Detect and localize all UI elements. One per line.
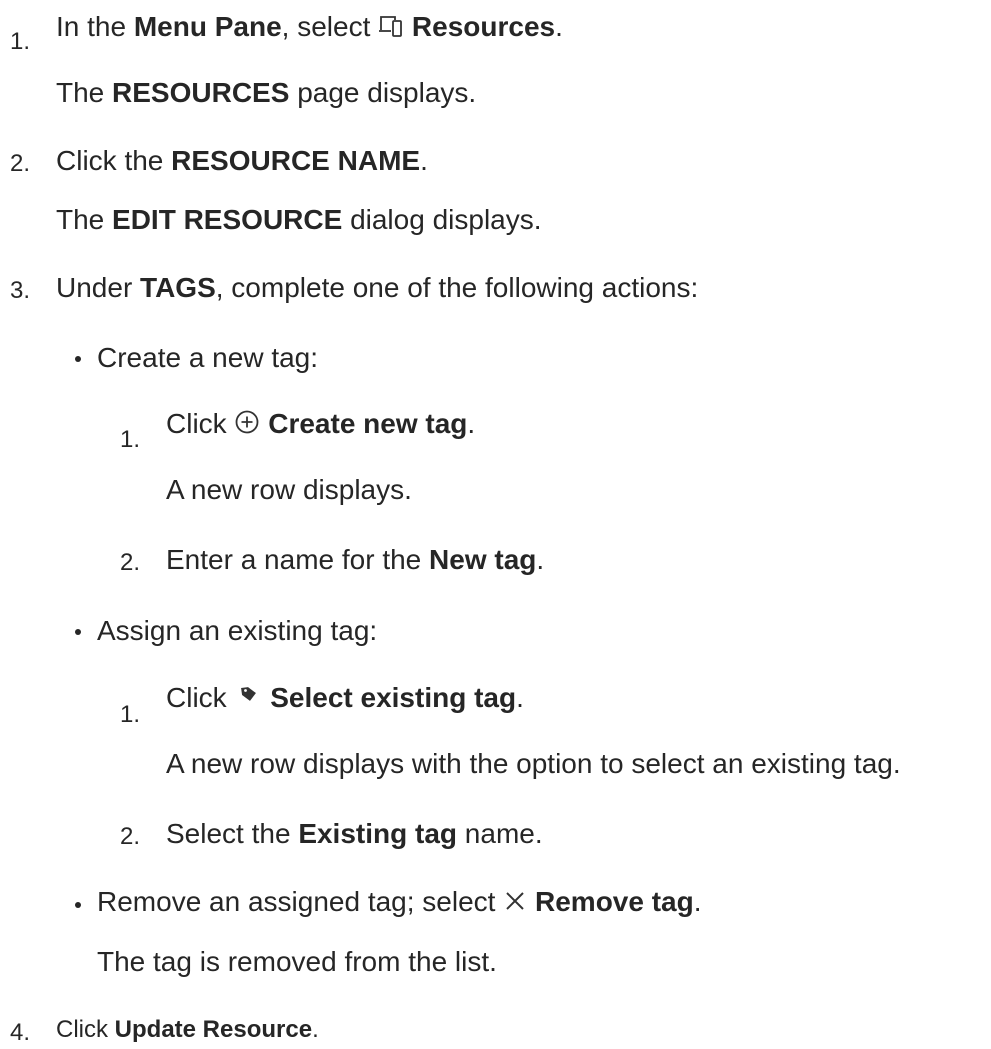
- step-1-pre: In the: [56, 11, 127, 42]
- step-4-pre: Click: [56, 1016, 108, 1043]
- assign-step-1-pre: Click: [166, 682, 227, 713]
- step-1-number: 1.: [10, 28, 31, 55]
- step-2-result-pre: The: [56, 204, 105, 235]
- step-1-result: The RESOURCES page displays.: [56, 77, 476, 109]
- assign-step-2-post: name.: [464, 818, 543, 849]
- step-2-end: .: [420, 145, 428, 176]
- bullet: [75, 902, 81, 908]
- bullet: [75, 629, 81, 635]
- new-tag-label: New tag: [429, 544, 537, 575]
- step-1-text: In the Menu Pane, select Resources.: [56, 11, 563, 43]
- resource-name-label: RESOURCE NAME: [171, 145, 421, 176]
- step-2-result-post: dialog displays.: [350, 204, 542, 235]
- create-step-1-pre: Click: [166, 408, 227, 439]
- create-step-2-number: 2.: [120, 549, 141, 576]
- step-2-number: 2.: [10, 150, 31, 177]
- tag-icon: [241, 687, 257, 701]
- step-4-end: .: [312, 1016, 319, 1043]
- step-4-text: Click Update Resource.: [56, 1014, 319, 1046]
- remove-tag-option: Remove an assigned tag; select Remove ta…: [97, 886, 702, 918]
- step-3-text: Under TAGS, complete one of the followin…: [56, 272, 698, 304]
- create-step-1-result: A new row displays.: [166, 474, 412, 505]
- assign-step-1-number: 1.: [120, 701, 141, 728]
- assign-step-2-text: Select the Existing tag name.: [166, 818, 543, 850]
- remove-tag-pre: Remove an assigned tag; select: [97, 886, 496, 917]
- assign-step-1-text: Click Select existing tag.: [166, 682, 524, 714]
- create-step-2-pre: Enter a name for the: [166, 544, 422, 575]
- step-2-result: The EDIT RESOURCE dialog displays.: [56, 204, 542, 236]
- bullet: [75, 356, 81, 362]
- step-3-number: 3.: [10, 277, 31, 304]
- assign-step-1-end: .: [516, 682, 524, 713]
- create-step-1-text: Click Create new tag.: [166, 408, 475, 440]
- select-existing-tag-label: Select existing tag: [270, 682, 517, 713]
- step-3-post: , complete one of the following actions:: [215, 272, 699, 303]
- remove-tag-end: .: [693, 886, 702, 917]
- step-2-text: Click the RESOURCE NAME.: [56, 145, 428, 177]
- remove-tag-label: Remove tag: [535, 886, 694, 917]
- create-step-2-text: Enter a name for the New tag.: [166, 544, 544, 576]
- assign-step-1-result: A new row displays with the option to se…: [166, 748, 901, 779]
- create-step-2-end: .: [536, 544, 545, 575]
- remove-tag-result: The tag is removed from the list.: [97, 946, 497, 977]
- step-1-end: .: [555, 11, 563, 42]
- create-step-1-number: 1.: [120, 426, 141, 453]
- existing-tag-label: Existing tag: [298, 818, 458, 849]
- resources-label: Resources: [411, 11, 556, 42]
- step-1-result-post: page displays.: [297, 77, 477, 108]
- create-step-1-end: .: [467, 408, 476, 439]
- tags-label: TAGS: [140, 272, 216, 303]
- step-2-pre: Click the: [56, 145, 164, 176]
- assign-step-2-pre: Select the: [166, 818, 291, 849]
- menu-pane-label: Menu Pane: [133, 11, 282, 42]
- plus-circle-icon: [236, 410, 259, 434]
- step-1-mid: , select: [281, 11, 371, 42]
- assign-tag-option: Assign an existing tag:: [97, 615, 378, 646]
- update-resource-label: Update Resource: [114, 1016, 313, 1043]
- resources-page-label: RESOURCES: [112, 77, 290, 108]
- instructions-page: { "steps": { "s1": { "number": "1.", "pr…: [0, 0, 991, 1046]
- create-new-tag-label: Create new tag: [268, 408, 468, 439]
- step-3-pre: Under: [56, 272, 133, 303]
- assign-step-2-number: 2.: [120, 823, 141, 850]
- step-1-result-pre: The: [56, 77, 105, 108]
- devices-icon: [379, 16, 403, 37]
- edit-resource-label: EDIT RESOURCE: [112, 204, 343, 235]
- step-4-number: 4.: [10, 1019, 31, 1046]
- close-icon: [506, 892, 524, 910]
- create-tag-option: Create a new tag:: [97, 342, 319, 373]
